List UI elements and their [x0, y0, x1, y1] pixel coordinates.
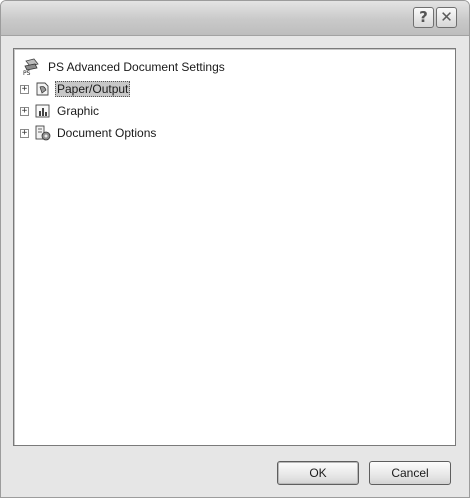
- svg-text:PS: PS: [23, 70, 31, 76]
- document-options-icon: [35, 125, 51, 141]
- tree-item-document-options[interactable]: + Document Options: [20, 123, 158, 143]
- expand-toggle[interactable]: +: [20, 106, 29, 116]
- paper-output-icon: [36, 82, 49, 96]
- expand-toggle[interactable]: +: [20, 84, 29, 94]
- tree-item-paper-output[interactable]: + Paper/Output: [20, 79, 131, 99]
- tree-item-label: Paper/Output: [55, 81, 131, 97]
- tree-root[interactable]: PS PS Advanced Document Settings: [22, 57, 227, 77]
- help-button[interactable]: ?: [413, 7, 434, 28]
- settings-tree[interactable]: PS PS Advanced Document Settings + Paper…: [13, 48, 456, 446]
- dialog-body: PS PS Advanced Document Settings + Paper…: [1, 36, 469, 497]
- advanced-settings-dialog: ? ✕ PS PS Advanced Document Settings + P…: [0, 0, 470, 498]
- expand-toggle[interactable]: +: [20, 128, 29, 138]
- cancel-button[interactable]: Cancel: [369, 461, 451, 485]
- tree-item-label: Graphic: [57, 104, 100, 118]
- graphic-icon: [35, 104, 50, 118]
- tree-item-graphic[interactable]: + Graphic: [20, 101, 101, 121]
- tree-item-label: Document Options: [57, 126, 157, 140]
- ok-button[interactable]: OK: [277, 461, 359, 485]
- printer-ps-icon: PS: [23, 58, 39, 76]
- tree-root-label: PS Advanced Document Settings: [48, 60, 225, 74]
- close-button[interactable]: ✕: [436, 7, 457, 28]
- title-bar[interactable]: ? ✕: [1, 1, 469, 36]
